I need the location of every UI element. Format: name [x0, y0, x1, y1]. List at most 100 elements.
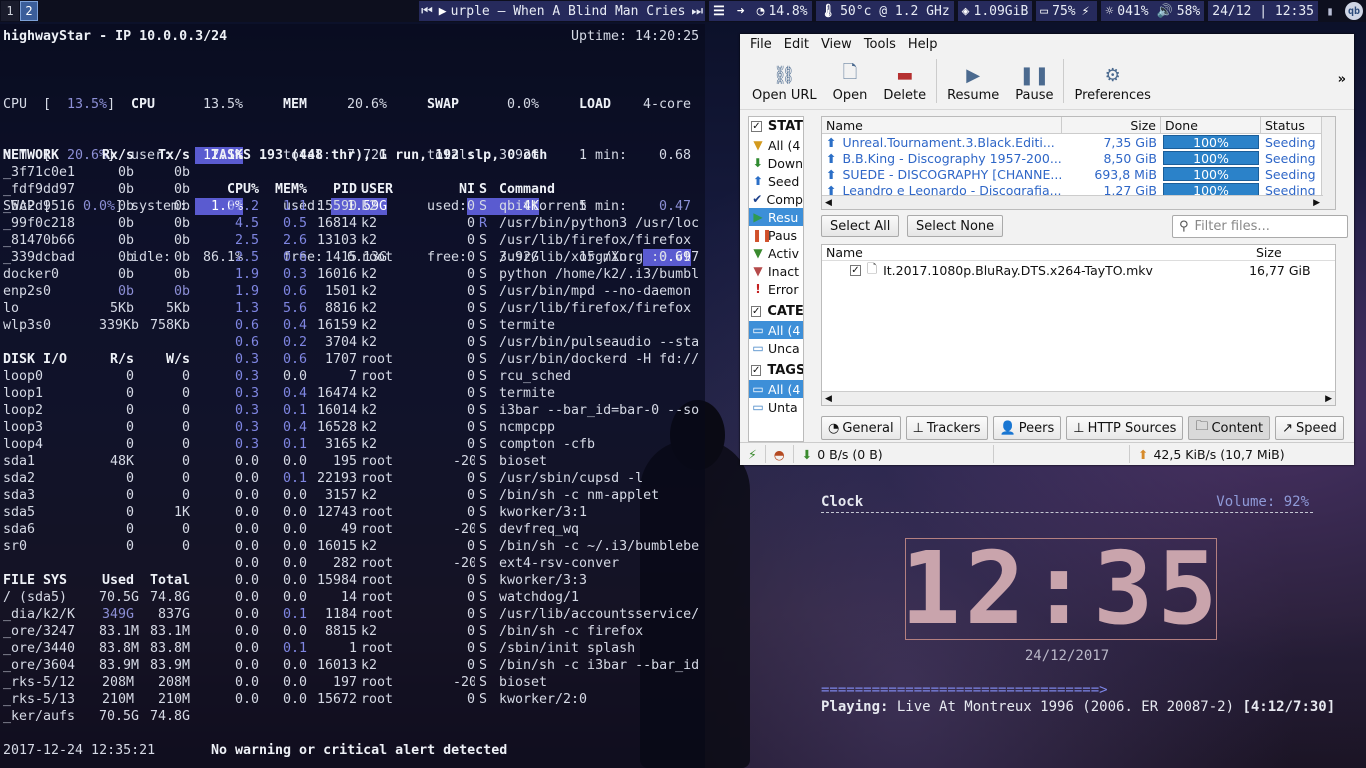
- process-row[interactable]: 0.0 0.0 16013 k2 0 S/bin/sh -c i3bar --bar_id: [227, 657, 705, 674]
- workspace-2-button[interactable]: 2: [20, 1, 38, 21]
- filter-files-input[interactable]: ⚲ Filter files...: [1172, 215, 1348, 238]
- menu-file[interactable]: File: [744, 37, 778, 52]
- process-row[interactable]: 0.0 0.0 15672 root 0 Skworker/2:0: [227, 691, 705, 708]
- tag-filter-item[interactable]: ▭ Unta: [749, 398, 803, 416]
- status-filter-item[interactable]: ▼ All (4: [749, 136, 803, 154]
- connection-status-icon[interactable]: ⚡: [740, 445, 766, 463]
- media-prev-icon[interactable]: ⏮: [419, 1, 435, 21]
- volume-block[interactable]: 🔊 58%: [1152, 1, 1205, 21]
- content-list-hscroll[interactable]: ◀ ▶: [822, 391, 1335, 405]
- process-row[interactable]: 0.3 0.6 1707 root 0 S/usr/bin/dockerd -H fd:/…: [227, 351, 705, 368]
- resume-button[interactable]: ▶ Resume: [939, 62, 1007, 104]
- process-row[interactable]: 0.0 0.0 195 root -20 Sbioset: [227, 453, 705, 470]
- status-filter-item[interactable]: ⬆ Seed: [749, 172, 803, 190]
- process-row[interactable]: 0.3 0.1 3165 k2 0 Scompton -cfb: [227, 436, 705, 453]
- process-row[interactable]: 0.0 0.1 1184 root 0 S/usr/lib/accountsservice…: [227, 606, 705, 623]
- torrent-row[interactable]: ⬆ B.B.King - Discography 1957-200... 8,50 …: [822, 150, 1335, 166]
- status-filter-item[interactable]: ! Error: [749, 280, 803, 298]
- content-col-name[interactable]: Name: [822, 245, 1252, 260]
- open-url-button[interactable]: ⛓ Open URL: [744, 62, 825, 104]
- process-row[interactable]: 4.5 0.5 16814 k2 0 R/usr/bin/python3 /usr/loc: [227, 215, 705, 232]
- tab-content[interactable]: 🗀 Content: [1188, 416, 1271, 440]
- process-row[interactable]: 0.0 0.0 3157 k2 0 S/bin/sh -c nm-applet: [227, 487, 705, 504]
- col-status[interactable]: Status: [1261, 117, 1323, 134]
- scroll-right-icon[interactable]: ▶: [1325, 394, 1332, 404]
- process-row[interactable]: 1.3 5.6 8816 k2 0 S/usr/lib/firefox/firefox: [227, 300, 705, 317]
- torrent-list-hscroll[interactable]: ◀ ▶: [822, 195, 1323, 209]
- process-row[interactable]: 37.2 1.1 15590 k2 0 Sqbittorrent: [227, 198, 705, 215]
- scroll-right-icon[interactable]: ▶: [1313, 198, 1320, 208]
- process-row[interactable]: 2.5 0.6 1415 root 0 S/usr/lib/xorg/Xorg :0 vt…: [227, 249, 705, 266]
- process-row[interactable]: 0.6 0.2 3704 k2 0 S/usr/bin/pulseaudio --sta: [227, 334, 705, 351]
- download-speed[interactable]: ⬇ 0 B/s (0 B): [794, 445, 994, 463]
- process-row[interactable]: 1.9 0.3 16016 k2 0 Spython /home/k2/.i3/bumbl: [227, 266, 705, 283]
- col-name[interactable]: Name: [822, 117, 1062, 134]
- speed-limit-icon[interactable]: ◓: [766, 445, 794, 463]
- process-row[interactable]: 1.9 0.6 1501 k2 0 S/usr/bin/mpd --no-daemon: [227, 283, 705, 300]
- delete-button[interactable]: ▬ Delete: [875, 62, 934, 104]
- process-row[interactable]: 0.0 0.0 15984 root 0 Skworker/3:3: [227, 572, 705, 589]
- open-button[interactable]: 🗋 Open: [825, 62, 876, 103]
- status-filter-item[interactable]: ▶ Resu: [749, 208, 803, 226]
- process-row[interactable]: 0.0 0.0 49 root -20 Sdevfreq_wq: [227, 521, 705, 538]
- scroll-left-icon[interactable]: ◀: [825, 198, 832, 208]
- preferences-button[interactable]: ⚙ Preferences: [1066, 62, 1158, 104]
- process-row[interactable]: 0.3 0.1 16014 k2 0 Si3bar --bar_id=bar-0 --so: [227, 402, 705, 419]
- file-checkbox[interactable]: ✓: [850, 264, 861, 276]
- menu-help[interactable]: Help: [902, 37, 944, 52]
- process-row[interactable]: 0.0 0.1 22193 root 0 S/usr/sbin/cupsd -l: [227, 470, 705, 487]
- status-filter-header[interactable]: ✓ STAT: [749, 117, 803, 136]
- process-row[interactable]: 0.3 0.0 7 root 0 Srcu_sched: [227, 368, 705, 385]
- tab-trackers[interactable]: ⊥ Trackers: [905, 416, 988, 440]
- process-row[interactable]: 0.0 0.0 14 root 0 Swatchdog/1: [227, 589, 705, 606]
- process-row[interactable]: 0.0 0.0 12743 root 0 Skworker/3:1: [227, 504, 705, 521]
- select-all-button[interactable]: Select All: [821, 215, 900, 237]
- tab-http-sources[interactable]: ⊥ HTTP Sources: [1066, 416, 1184, 440]
- category-filter-header-checkbox[interactable]: ✓: [751, 306, 762, 317]
- col-done[interactable]: Done: [1161, 117, 1261, 134]
- media-title-block[interactable]: ▶ urple – When A Blind Man Cries: [434, 1, 690, 21]
- process-row[interactable]: 0.0 0.0 197 root -20 Sbioset: [227, 674, 705, 691]
- tag-filter-item[interactable]: ▭ All (4: [749, 380, 803, 398]
- menu-edit[interactable]: Edit: [778, 37, 815, 52]
- tab-general[interactable]: ◔ General: [821, 416, 901, 440]
- status-filter-item[interactable]: ⬇ Down: [749, 154, 803, 172]
- upload-speed[interactable]: ⬆ 42,5 KiB/s (10,7 MiB): [1129, 445, 1354, 463]
- torrent-list-vscroll[interactable]: [1321, 117, 1335, 209]
- process-row[interactable]: 0.0 0.0 8815 k2 0 S/bin/sh -c firefox: [227, 623, 705, 640]
- pause-button[interactable]: ❚❚ Pause: [1007, 62, 1061, 104]
- torrent-row[interactable]: ⬆ SUEDE - DISCOGRAPHY [CHANNE... 693,8 MiB…: [822, 166, 1335, 182]
- process-row[interactable]: 0.0 0.0 282 root -20 Sext4-rsv-conver: [227, 555, 705, 572]
- torrent-row[interactable]: ⬆ Unreal.Tournament.3.Black.Editi... 7,35 …: [822, 134, 1335, 150]
- toolbar-overflow-icon[interactable]: »: [1338, 72, 1346, 87]
- category-filter-item[interactable]: ▭ Unca: [749, 339, 803, 357]
- process-row[interactable]: 2.5 2.6 13103 k2 0 S/usr/lib/firefox/firefox: [227, 232, 705, 249]
- tags-filter-header[interactable]: ✓ TAGS: [749, 361, 803, 380]
- status-filter-item[interactable]: ▼ Inact: [749, 262, 803, 280]
- tags-filter-header-checkbox[interactable]: ✓: [751, 365, 762, 376]
- select-none-button[interactable]: Select None: [907, 215, 1004, 237]
- media-next-icon[interactable]: ⏭: [689, 1, 706, 21]
- process-row[interactable]: 0.3 0.4 16528 k2 0 Sncmpcpp: [227, 419, 705, 436]
- content-col-size[interactable]: Size: [1252, 245, 1286, 260]
- category-filter-item[interactable]: ▭ All (4: [749, 321, 803, 339]
- glances-terminal[interactable]: highwayStar - IP 10.0.0.3/24 Uptime: 14:…: [0, 24, 705, 768]
- content-file-row[interactable]: ✓ 🗋 It.2017.1080p.BluRay.DTS.x264-TayTO.…: [822, 261, 1335, 279]
- col-size[interactable]: Size: [1062, 117, 1161, 134]
- process-row[interactable]: 0.0 0.1 1 root 0 S/sbin/init splash: [227, 640, 705, 657]
- status-filter-item[interactable]: ▼ Activ: [749, 244, 803, 262]
- tab-speed[interactable]: ↗ Speed: [1275, 416, 1344, 440]
- menu-view[interactable]: View: [815, 37, 858, 52]
- process-row[interactable]: 0.3 0.4 16474 k2 0 Stermite: [227, 385, 705, 402]
- status-filter-header-checkbox[interactable]: ✓: [751, 121, 762, 132]
- menu-tools[interactable]: Tools: [858, 37, 902, 52]
- menu-list-icon[interactable]: ☰: [709, 1, 733, 21]
- category-filter-header[interactable]: ✓ CATE: [749, 302, 803, 321]
- tray-network-icon[interactable]: ▮: [1321, 2, 1339, 20]
- tab-peers[interactable]: 👤 Peers: [992, 416, 1062, 440]
- workspace-1-button[interactable]: 1: [1, 1, 19, 21]
- process-row[interactable]: 0.6 0.4 16159 k2 0 Stermite: [227, 317, 705, 334]
- qbittorrent-tray-icon[interactable]: qb: [1345, 2, 1363, 20]
- process-row[interactable]: 0.0 0.0 16015 k2 0 S/bin/sh -c ~/.i3/bumblebe: [227, 538, 705, 555]
- status-filter-item[interactable]: ❚❚ Paus: [749, 226, 803, 244]
